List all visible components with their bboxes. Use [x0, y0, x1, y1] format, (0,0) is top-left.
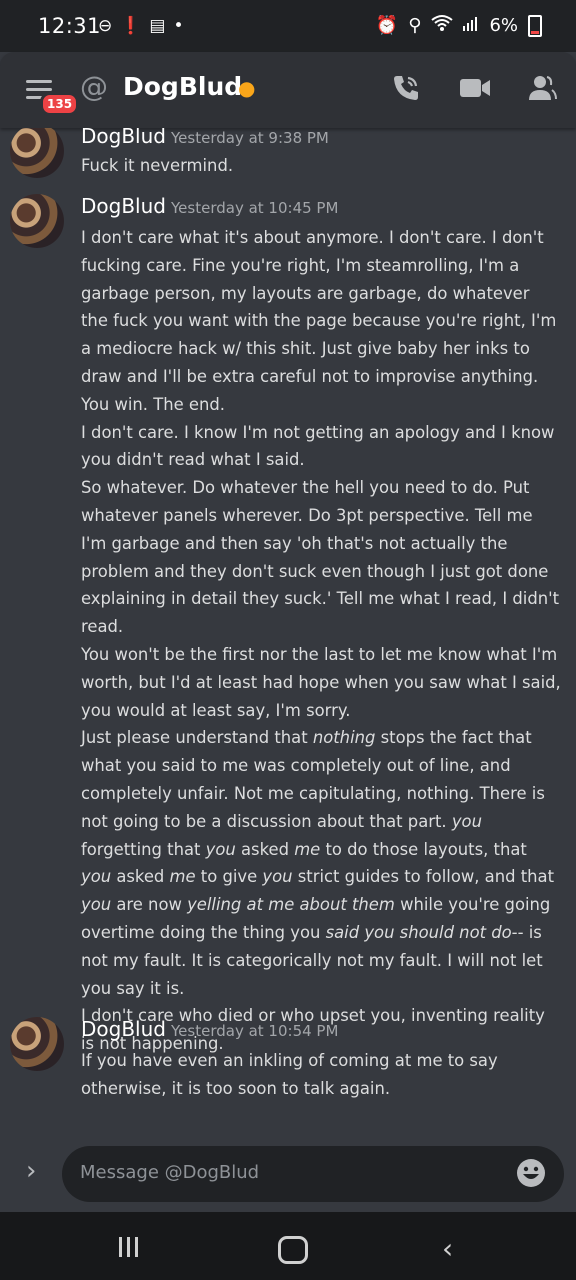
message-input[interactable]: Message @DogBlud [62, 1146, 564, 1202]
battery-percent: 6% [489, 15, 518, 36]
moon-icon: ● [238, 76, 256, 100]
unread-badge: 135 [40, 92, 80, 116]
avatar[interactable] [10, 128, 64, 178]
message-content: Fuck it nevermind. [81, 152, 561, 180]
dm-header: 135 @ DogBlud ● [0, 52, 576, 128]
message-paragraph: If you have even an inkling of coming at… [81, 1051, 498, 1098]
system-icons: ⏰ ⚲ 6% [376, 14, 542, 37]
dot-icon: • [173, 16, 184, 36]
chevron-right-icon[interactable]: › [26, 1156, 36, 1186]
message-paragraph: You won't be the first nor the last to l… [81, 644, 561, 720]
alarm-icon: ⏰ [375, 15, 399, 36]
composer: › Message @DogBlud [0, 1140, 576, 1210]
message-author[interactable]: DogBlud [81, 194, 166, 218]
location-icon: ⚲ [408, 15, 422, 36]
message-paragraph: Fuck it nevermind. [81, 156, 234, 175]
message-paragraph: I don't care. I know I'm not getting an … [81, 422, 555, 470]
message-paragraph: Just please understand that nothing stop… [81, 728, 555, 998]
message-timestamp: Yesterday at 9:38 PM [171, 129, 329, 147]
home-icon[interactable] [278, 1236, 308, 1264]
alert-icon: ❗ [120, 16, 142, 36]
avatar[interactable] [10, 194, 64, 248]
message-author[interactable]: DogBlud [81, 1017, 166, 1041]
at-icon: @ [80, 70, 108, 103]
back-icon[interactable]: ‹ [442, 1232, 453, 1265]
members-icon[interactable] [526, 72, 558, 108]
message-content: I don't care what it's about anymore. I … [81, 224, 561, 1058]
message-paragraph: So whatever. Do whatever the hell you ne… [81, 478, 560, 637]
message-placeholder: Message @DogBlud [80, 1162, 260, 1183]
emoji-icon[interactable] [516, 1158, 546, 1188]
message-timestamp: Yesterday at 10:45 PM [171, 199, 339, 217]
video-icon[interactable] [458, 72, 492, 108]
dnd-icon: ⊖ [98, 16, 113, 36]
signal-icon [463, 15, 479, 36]
notification-icons: ⊖ ❗ ▤ • [98, 16, 184, 36]
clock: 12:31 [38, 14, 102, 38]
message-content: If you have even an inkling of coming at… [81, 1047, 561, 1103]
battery-icon [528, 14, 542, 37]
message-list[interactable]: DogBlud Yesterday at 9:38 PM Fuck it nev… [0, 128, 576, 1140]
system-nav-bar: ‹ [0, 1212, 576, 1280]
wifi-icon [431, 14, 454, 37]
message-timestamp: Yesterday at 10:54 PM [171, 1022, 339, 1040]
channel-title[interactable]: DogBlud [123, 72, 242, 101]
phone-icon[interactable] [390, 72, 422, 108]
message-author[interactable]: DogBlud [81, 128, 166, 148]
status-bar: 12:31 ⊖ ❗ ▤ • ⏰ ⚲ 6% [0, 0, 576, 52]
avatar[interactable] [10, 1017, 64, 1071]
recent-apps-icon[interactable] [118, 1236, 140, 1262]
message-paragraph: I don't care what it's about anymore. I … [81, 228, 557, 414]
calendar-icon: ▤ [149, 16, 166, 36]
